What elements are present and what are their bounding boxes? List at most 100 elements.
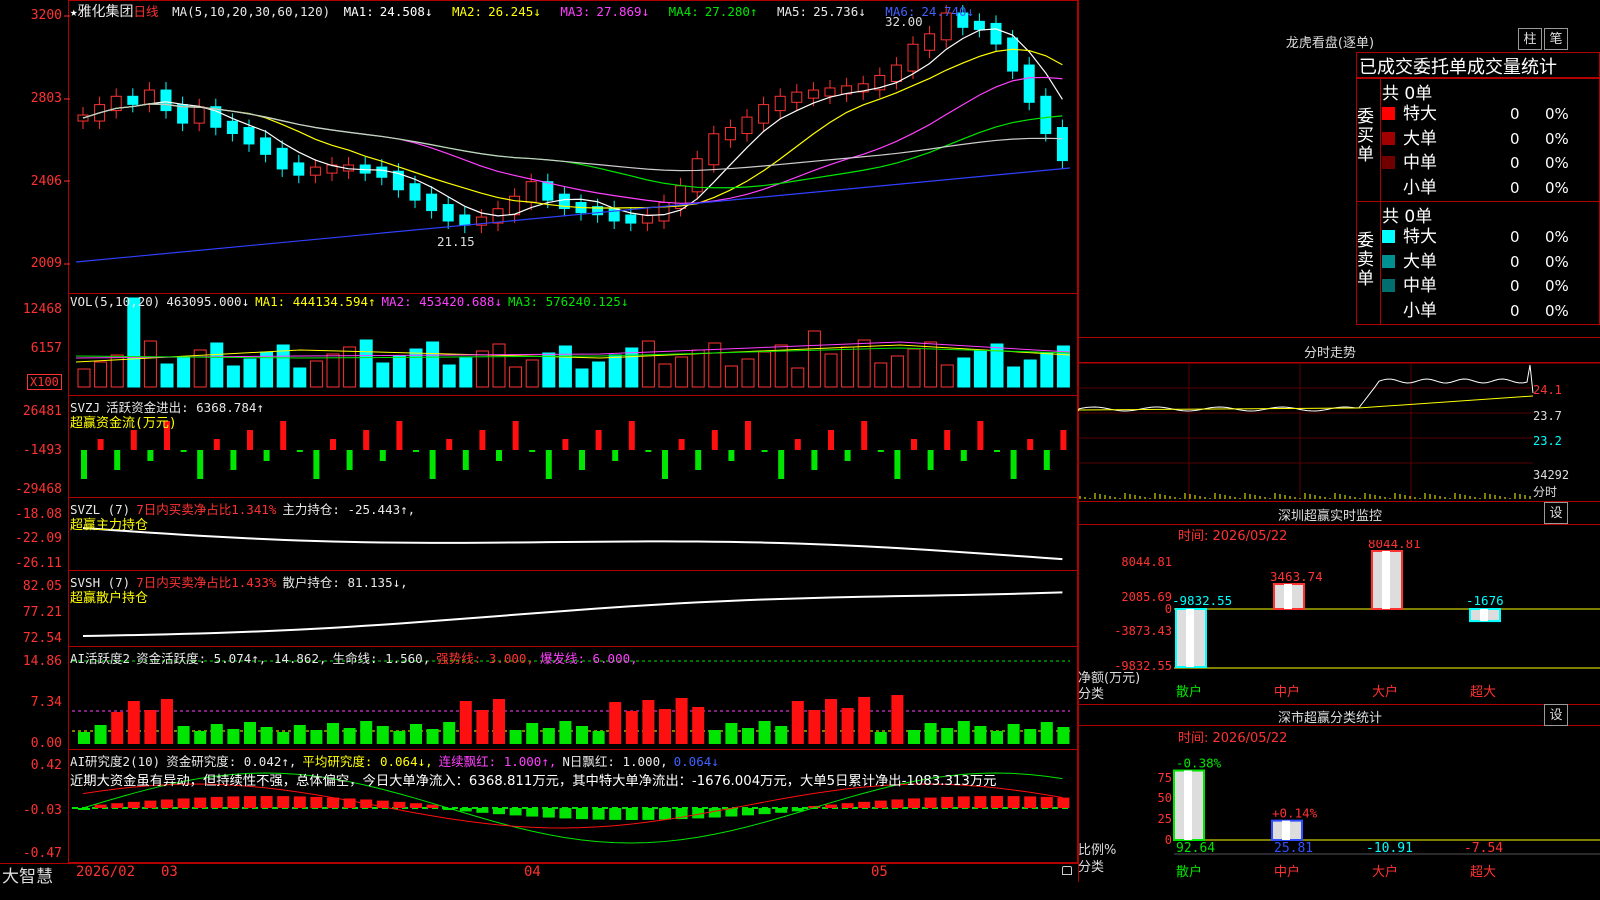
sz-monitor-bar-3[interactable] [1469, 608, 1501, 623]
dragon-tabs-text[interactable]: 已成交委托单成交量统计 [1359, 53, 1557, 79]
buy-row-1: 大单 0 0% [1382, 127, 1600, 151]
svzj-bar-23 [462, 450, 469, 470]
ai2-bar-46 [841, 803, 854, 808]
svzj-bar-37 [695, 450, 702, 470]
vol-ma1: MA1: 444134.594↑ [255, 294, 376, 309]
svzl-tick-3: -26.11 [15, 556, 62, 571]
sell-swatch-1 [1382, 254, 1395, 268]
sz-stat-bar-1[interactable] [1271, 819, 1303, 842]
sz-monitor-bar-label-2: 8044.81 [1368, 540, 1421, 551]
ai2-bar-32 [609, 808, 622, 820]
sell-name-1: 大单 [1403, 251, 1437, 272]
ai1-bar-35 [659, 709, 671, 744]
ai1-bar-13 [293, 725, 306, 744]
candle-body-18 [376, 166, 388, 178]
vol-bar-18 [376, 362, 390, 388]
buy-name-3: 小单 [1403, 177, 1437, 198]
svzj-bar-52 [944, 430, 951, 450]
svzj-bar-33 [628, 421, 635, 450]
candle-body-40 [741, 116, 753, 135]
vol-bar-28 [542, 352, 556, 388]
vol-bar-39 [724, 365, 738, 388]
ai1-bar-3 [127, 701, 140, 744]
buy-pct-2: 0% [1545, 154, 1569, 172]
ai1-bar-11 [260, 727, 273, 744]
vol-bar-3 [127, 297, 141, 388]
sz-stat-settings-button[interactable]: 设 [1544, 704, 1568, 726]
sz-monitor-bar-2[interactable] [1371, 550, 1403, 610]
vol-bar-52 [940, 364, 954, 388]
sell-pct-0: 0% [1545, 228, 1569, 246]
ai1-bar-34 [642, 700, 655, 744]
sell-row-0: 特大 0 0% [1382, 225, 1600, 249]
sz-stat-bar-value-0: 92.64 [1176, 841, 1215, 856]
svzj-bar-43 [794, 439, 801, 450]
sell-orders-label: 委卖单 [1357, 231, 1374, 289]
svzj-bar-25 [496, 450, 502, 461]
sz-stat-bar-shine-1 [1282, 820, 1290, 840]
svzj-bar-10 [247, 430, 253, 450]
stock-name[interactable]: 雅化集团 [78, 4, 134, 20]
price-indicator-chart[interactable] [0, 0, 1078, 882]
sz-stat-ytick-2: 25 [1158, 812, 1172, 826]
svzj-bar-21 [429, 450, 436, 479]
column-mode-button[interactable]: 柱 [1518, 28, 1542, 50]
ai1-bar-15 [327, 723, 339, 744]
ai1-bar-41 [758, 721, 771, 744]
buy-value-3: 0 [1510, 178, 1520, 197]
vol-bar-5 [160, 363, 174, 388]
sz-monitor-settings-button[interactable]: 设 [1544, 502, 1568, 524]
ma4-line [82, 103, 1063, 189]
price-tick-3: 2406 [30, 174, 62, 189]
intraday-chart[interactable] [1078, 363, 1600, 501]
sz-stat-ytick-1: 50 [1158, 791, 1172, 805]
ai2-bar-13 [293, 796, 306, 808]
svzl-ratio: 7日内买卖净占比1.341% [136, 502, 277, 517]
vol-bar-58 [1040, 352, 1054, 388]
ai2-tick-3: -0.47 [22, 846, 62, 861]
candle-body-28 [542, 181, 554, 201]
sz-monitor-bar-0[interactable] [1175, 608, 1207, 668]
period-label[interactable]: 日线 [134, 4, 159, 19]
sz-stat-bar-0[interactable] [1173, 769, 1205, 842]
vol-tick-2: 6157 [30, 341, 62, 356]
svzj-bar-49 [894, 450, 901, 479]
high-price-label: 32.00 [885, 14, 923, 29]
svzj-bar-31 [595, 430, 602, 450]
vol-bar-36 [675, 356, 689, 388]
ai1-bar-59 [1057, 727, 1070, 744]
ai2-bar-35 [659, 808, 671, 820]
ai1-burst: 爆发线: 6.000, [539, 651, 638, 666]
buy-pct-3: 0% [1545, 178, 1569, 197]
intraday-title: 分时走势 [1303, 346, 1356, 361]
ai1-bar-47 [858, 697, 871, 744]
ai2-bar-55 [991, 796, 1003, 808]
sz-monitor-bar-1[interactable] [1273, 583, 1305, 610]
vol-bar-41 [758, 351, 772, 388]
sz-monitor-bar-label-0: -9832.55 [1172, 593, 1232, 608]
ai2-bar-3 [127, 801, 140, 808]
ai2-bar-12 [277, 796, 290, 808]
ai1-bar-53 [957, 721, 970, 744]
vol-bar-53 [957, 357, 971, 388]
ai1-tick-2: 7.34 [30, 695, 62, 710]
svzj-bar-42 [778, 450, 785, 479]
ai2-bar-49 [891, 799, 904, 808]
vol-bar-43 [791, 367, 805, 388]
vol-ma2: MA2: 453420.688↓ [381, 294, 502, 309]
candle-body-14 [309, 166, 321, 176]
stroke-mode-button[interactable]: 笔 [1544, 28, 1568, 50]
vol-bar-15 [326, 353, 340, 388]
lock-icon[interactable] [1062, 866, 1072, 875]
ai1-bar-46 [841, 708, 854, 744]
candle-body-11 [260, 137, 272, 155]
sz-monitor-cat-1: 中户 [1274, 684, 1300, 700]
ai1-bar-55 [991, 731, 1003, 744]
sz-monitor-chart[interactable]: 8044.812085.690-3873.43-9832.55-9832.55散… [1078, 540, 1600, 705]
sz-stat-chart[interactable]: 75 50 25 0 -0.38% 92.64 散户 +0.14% 25.81 中户 -10.91 大… [1078, 742, 1600, 882]
svzj-bar-17 [363, 430, 370, 450]
sz-monitor-cat-0: 散户 [1176, 684, 1202, 700]
vol-tick-1: 12468 [22, 302, 62, 317]
ai2-bar-14 [310, 796, 323, 808]
ai2-bar-8 [210, 796, 223, 808]
